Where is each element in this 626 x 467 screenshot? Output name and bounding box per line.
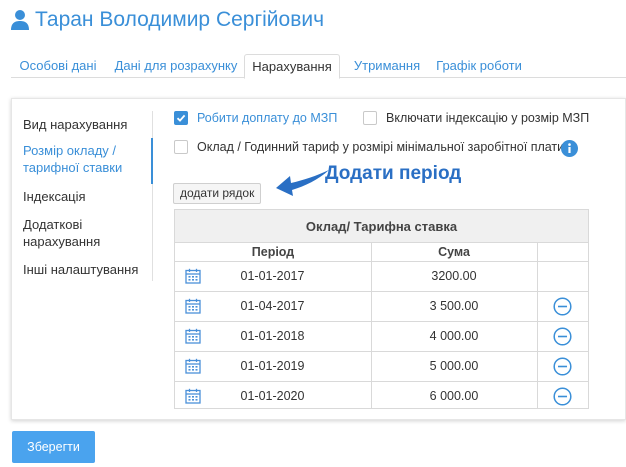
calendar-icon[interactable] — [185, 388, 201, 404]
sidebar-item-other-settings[interactable]: Інші налаштування — [23, 261, 138, 278]
arrow-left-icon — [276, 170, 329, 196]
column-header-amount: Сума — [438, 245, 470, 259]
column-header-period: Період — [251, 245, 295, 259]
accruals-panel: Вид нарахування Розмір окладу / тарифної… — [11, 98, 626, 420]
row-period[interactable]: 01-01-2018 — [205, 322, 340, 351]
calendar-icon[interactable] — [185, 298, 201, 314]
check-icon — [176, 114, 186, 122]
table-row: 01-01-2017 3200.00 — [175, 261, 588, 291]
minus-circle-icon[interactable] — [553, 357, 572, 376]
option-min-wage-salary-label: Оклад / Годинний тариф у розмірі мінімал… — [197, 140, 565, 154]
tab-bar: Особові дані Дані для розрахунку Нарахув… — [11, 54, 626, 79]
row-amount[interactable]: 3200.00 — [371, 262, 537, 291]
minus-circle-icon[interactable] — [553, 387, 572, 406]
row-period[interactable]: 01-01-2020 — [205, 382, 340, 411]
calendar-icon[interactable] — [185, 328, 201, 344]
tab-deductions[interactable]: Утримання — [344, 54, 430, 79]
tab-accruals[interactable]: Нарахування — [244, 54, 340, 79]
salary-rate-table: Оклад/ Тарифна ставка Період Сума 01-01-… — [174, 209, 589, 409]
add-period-hint: Додати період — [325, 163, 462, 184]
row-period[interactable]: 01-04-2017 — [205, 292, 340, 321]
option-include-indexation[interactable]: Включати індексацію у розмір МЗП — [363, 111, 589, 125]
option-include-indexation-label: Включати індексацію у розмір МЗП — [386, 111, 590, 125]
info-icon[interactable] — [561, 140, 578, 157]
row-amount[interactable]: 6 000.00 — [371, 382, 537, 411]
table-title: Оклад/ Тарифна ставка — [175, 210, 588, 243]
save-button[interactable]: Зберегти — [12, 431, 95, 463]
checkbox-min-wage-salary[interactable] — [174, 140, 188, 154]
sidebar-active-indicator — [151, 138, 153, 184]
row-amount[interactable]: 3 500.00 — [371, 292, 537, 321]
page-title: Таран Володимир Сергійович — [35, 8, 325, 31]
tab-work-schedule[interactable]: Графік роботи — [434, 54, 524, 79]
sidebar-item-additional-accruals[interactable]: Додаткові нарахування — [23, 216, 133, 250]
option-min-wage-salary[interactable]: Оклад / Годинний тариф у розмірі мінімал… — [174, 140, 564, 154]
row-amount[interactable]: 4 000.00 — [371, 322, 537, 351]
sidebar-item-accrual-type[interactable]: Вид нарахування — [23, 116, 127, 133]
checkbox-include-indexation[interactable] — [363, 111, 377, 125]
add-row-button[interactable]: додати рядок — [173, 183, 262, 204]
minus-circle-icon[interactable] — [553, 327, 572, 346]
user-icon — [11, 10, 29, 30]
table-row: 01-01-2020 6 000.00 — [175, 381, 588, 409]
table-row: 01-01-2018 4 000.00 — [175, 321, 588, 351]
tab-calculation-data[interactable]: Дані для розрахунку — [111, 54, 241, 79]
checkbox-min-wage-supplement[interactable] — [174, 111, 188, 125]
table-row: 01-04-2017 3 500.00 — [175, 291, 588, 321]
calendar-icon[interactable] — [185, 268, 201, 284]
sidebar-item-indexation[interactable]: Індексація — [23, 188, 86, 205]
calendar-icon[interactable] — [185, 358, 201, 374]
row-period[interactable]: 01-01-2019 — [205, 352, 340, 381]
row-period[interactable]: 01-01-2017 — [205, 262, 340, 291]
tab-personal-data[interactable]: Особові дані — [11, 54, 105, 79]
option-min-wage-supplement[interactable]: Робити доплату до МЗП — [174, 111, 337, 125]
sidebar-item-salary-rate[interactable]: Розмір окладу / тарифної ставки — [23, 142, 148, 176]
row-amount[interactable]: 5 000.00 — [371, 352, 537, 381]
option-min-wage-supplement-label: Робити доплату до МЗП — [197, 111, 338, 125]
page-header: Таран Володимир Сергійович — [11, 8, 324, 32]
table-row: 01-01-2019 5 000.00 — [175, 351, 588, 381]
sidebar: Вид нарахування Розмір окладу / тарифної… — [12, 111, 153, 281]
minus-circle-icon[interactable] — [553, 297, 572, 316]
